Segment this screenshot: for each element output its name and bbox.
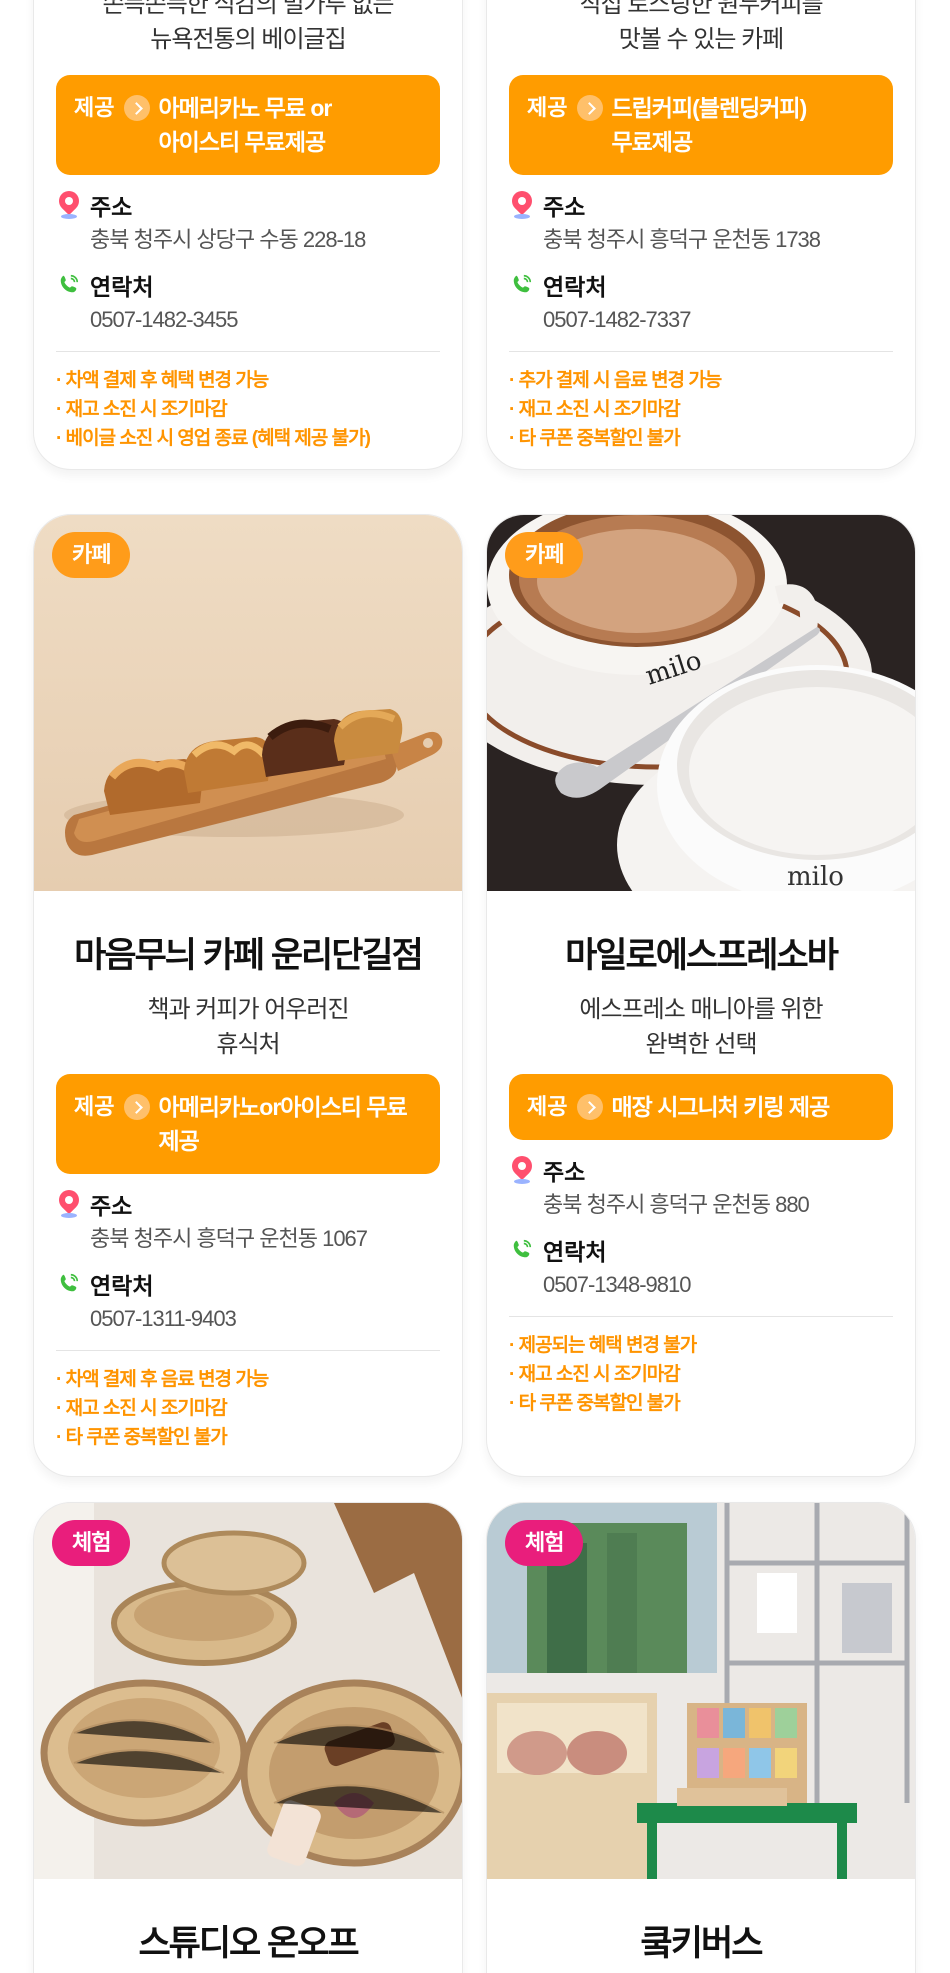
store-card-maeum-munui[interactable]: 카페 마음무늬 카페 운리단길점 책과 커피가 어우러진 휴식처 제공 아메리카… <box>33 514 463 1477</box>
address-value: 충북 청주시 상당구 수동 228-18 <box>90 227 366 252</box>
phone-number[interactable]: 0507-1348-9810 <box>509 1268 893 1302</box>
chevron-right-icon <box>577 95 604 121</box>
divider <box>509 351 893 352</box>
svg-text:milo: milo <box>787 862 844 891</box>
store-card-roastery[interactable]: 직접 로스팅한 원두커피를 맛볼 수 있는 카페 제공 드립커피(블렌딩커피) 무… <box>486 0 916 470</box>
address-value: 충북 청주시 흥덕구 운천동 1067 <box>90 1226 368 1251</box>
note-item: · 베이글 소진 시 영업 종료 (혜택 제공 불가) <box>56 428 371 449</box>
store-description-line: 쫀득쫀득한 식감의 밀가루 없는 <box>102 0 394 18</box>
contact-label: 연락처 <box>90 1273 154 1299</box>
note-item: · 타 쿠폰 중복할인 불가 <box>509 1393 681 1414</box>
store-card-milo-espresso[interactable]: milo milo 카페 마일로에스프레소바 에스프레소 매니아를 위한 완벽한… <box>486 514 916 1477</box>
category-badge: 체험 <box>52 1520 131 1566</box>
divider <box>509 1316 893 1317</box>
store-info: 주소 충북 청주시 흥덕구 운천동 880 연락처 0507-1348-9810 <box>507 1151 893 1302</box>
note-item: · 차액 결제 후 혜택 변경 가능 <box>56 370 269 391</box>
offer-label: 제공 <box>74 1094 115 1119</box>
note-item: · 추가 결제 시 음료 변경 가능 <box>509 370 722 391</box>
note-item: · 타 쿠폰 중복할인 불가 <box>56 1427 228 1448</box>
offer-box: 제공 드립커피(블렌딩커피) 무료제공 <box>509 75 893 175</box>
offer-box: 제공 아메리카노or아이스티 무료 제공 <box>56 1074 440 1174</box>
note-item: · 재고 소진 시 조기마감 <box>56 399 228 420</box>
category-badge: 카페 <box>52 532 131 578</box>
store-info: 주소 충북 청주시 흥덕구 운천동 1738 연락처 0507-1482-733… <box>507 186 893 337</box>
offer-text: 아메리카노 무료 or 아이스티 무료제공 <box>158 95 332 155</box>
location-pin-icon <box>54 186 84 220</box>
store-card-kukki-bus[interactable]: 체험 쿸키버스 <box>486 1502 916 1973</box>
store-photo: 체험 <box>487 1503 915 1879</box>
offer-text: 드립커피(블렌딩커피) 무료제공 <box>611 95 807 155</box>
address-label: 주소 <box>90 1193 133 1219</box>
phone-icon <box>56 270 82 300</box>
store-card-studio-onoff[interactable]: 체험 스튜디오 온오프 <box>33 1502 463 1973</box>
store-card-bagel[interactable]: 쫀득쫀득한 식감의 밀가루 없는 뉴욕전통의 베이글집 제공 아메리카노 무료 … <box>33 0 463 470</box>
chevron-right-icon <box>124 95 151 121</box>
phone-icon <box>509 1235 535 1265</box>
store-photo: 카페 <box>34 515 462 891</box>
store-description-line: 직접 로스팅한 원두커피를 <box>579 0 823 18</box>
note-item: · 재고 소진 시 조기마감 <box>509 399 681 420</box>
offer-text: 매장 시그니처 키링 제공 <box>611 1094 830 1120</box>
note-item: · 타 쿠폰 중복할인 불가 <box>509 428 681 449</box>
address-label: 주소 <box>543 194 586 220</box>
store-name: 스튜디오 온오프 <box>138 1924 359 1963</box>
address-value: 충북 청주시 흥덕구 운천동 1738 <box>543 227 821 252</box>
category-badge: 카페 <box>505 532 584 578</box>
store-description-line: 맛볼 수 있는 카페 <box>618 26 785 53</box>
notes-list: · 추가 결제 시 음료 변경 가능 · 재고 소진 시 조기마감 · 타 쿠폰… <box>509 366 893 453</box>
contact-label: 연락처 <box>543 274 607 300</box>
phone-number[interactable]: 0507-1482-3455 <box>56 303 440 337</box>
store-description-line: 휴식처 <box>216 1031 280 1058</box>
phone-icon <box>56 1269 82 1299</box>
note-item: · 차액 결제 후 음료 변경 가능 <box>56 1369 269 1390</box>
store-name: 마일로에스프레소바 <box>565 936 839 975</box>
phone-number[interactable]: 0507-1482-7337 <box>509 303 893 337</box>
store-photo: 체험 <box>34 1503 462 1879</box>
phone-number[interactable]: 0507-1311-9403 <box>56 1302 440 1336</box>
notes-list: · 제공되는 혜택 변경 불가 · 재고 소진 시 조기마감 · 타 쿠폰 중복… <box>509 1331 893 1418</box>
chevron-right-icon <box>577 1094 604 1120</box>
location-pin-icon <box>507 1151 537 1185</box>
chevron-right-icon <box>124 1094 151 1120</box>
address-label: 주소 <box>543 1159 586 1185</box>
store-description-line: 뉴욕전통의 베이글집 <box>150 26 346 53</box>
contact-label: 연락처 <box>90 274 154 300</box>
contact-label: 연락처 <box>543 1239 607 1265</box>
store-description-line: 책과 커피가 어우러진 <box>147 996 349 1023</box>
note-item: · 제공되는 혜택 변경 불가 <box>509 1335 697 1356</box>
store-name: 쿸키버스 <box>640 1924 764 1963</box>
note-item: · 재고 소진 시 조기마감 <box>56 1398 228 1419</box>
offer-text: 아메리카노or아이스티 무료 제공 <box>158 1094 407 1154</box>
divider <box>56 1350 440 1351</box>
offer-label: 제공 <box>74 95 115 120</box>
store-description-line: 에스프레소 매니아를 위한 <box>579 996 823 1023</box>
phone-icon <box>509 270 535 300</box>
store-photo: milo milo 카페 <box>487 515 915 891</box>
offer-label: 제공 <box>527 1094 568 1119</box>
store-info: 주소 충북 청주시 상당구 수동 228-18 연락처 0507-1482-34… <box>54 186 440 337</box>
address-value: 충북 청주시 흥덕구 운천동 880 <box>543 1192 810 1217</box>
location-pin-icon <box>54 1185 84 1219</box>
offer-box: 제공 매장 시그니처 키링 제공 <box>509 1074 893 1140</box>
notes-list: · 차액 결제 후 혜택 변경 가능 · 재고 소진 시 조기마감 · 베이글 … <box>56 366 440 453</box>
store-name: 마음무늬 카페 운리단길점 <box>74 936 424 975</box>
offer-label: 제공 <box>527 95 568 120</box>
note-item: · 재고 소진 시 조기마감 <box>509 1364 681 1385</box>
offer-box: 제공 아메리카노 무료 or 아이스티 무료제공 <box>56 75 440 175</box>
store-info: 주소 충북 청주시 흥덕구 운천동 1067 연락처 0507-1311-940… <box>54 1185 440 1336</box>
notes-list: · 차액 결제 후 음료 변경 가능 · 재고 소진 시 조기마감 · 타 쿠폰… <box>56 1365 440 1452</box>
divider <box>56 351 440 352</box>
location-pin-icon <box>507 186 537 220</box>
category-badge: 체험 <box>505 1520 584 1566</box>
store-description-line: 완벽한 선택 <box>645 1031 757 1058</box>
address-label: 주소 <box>90 194 133 220</box>
